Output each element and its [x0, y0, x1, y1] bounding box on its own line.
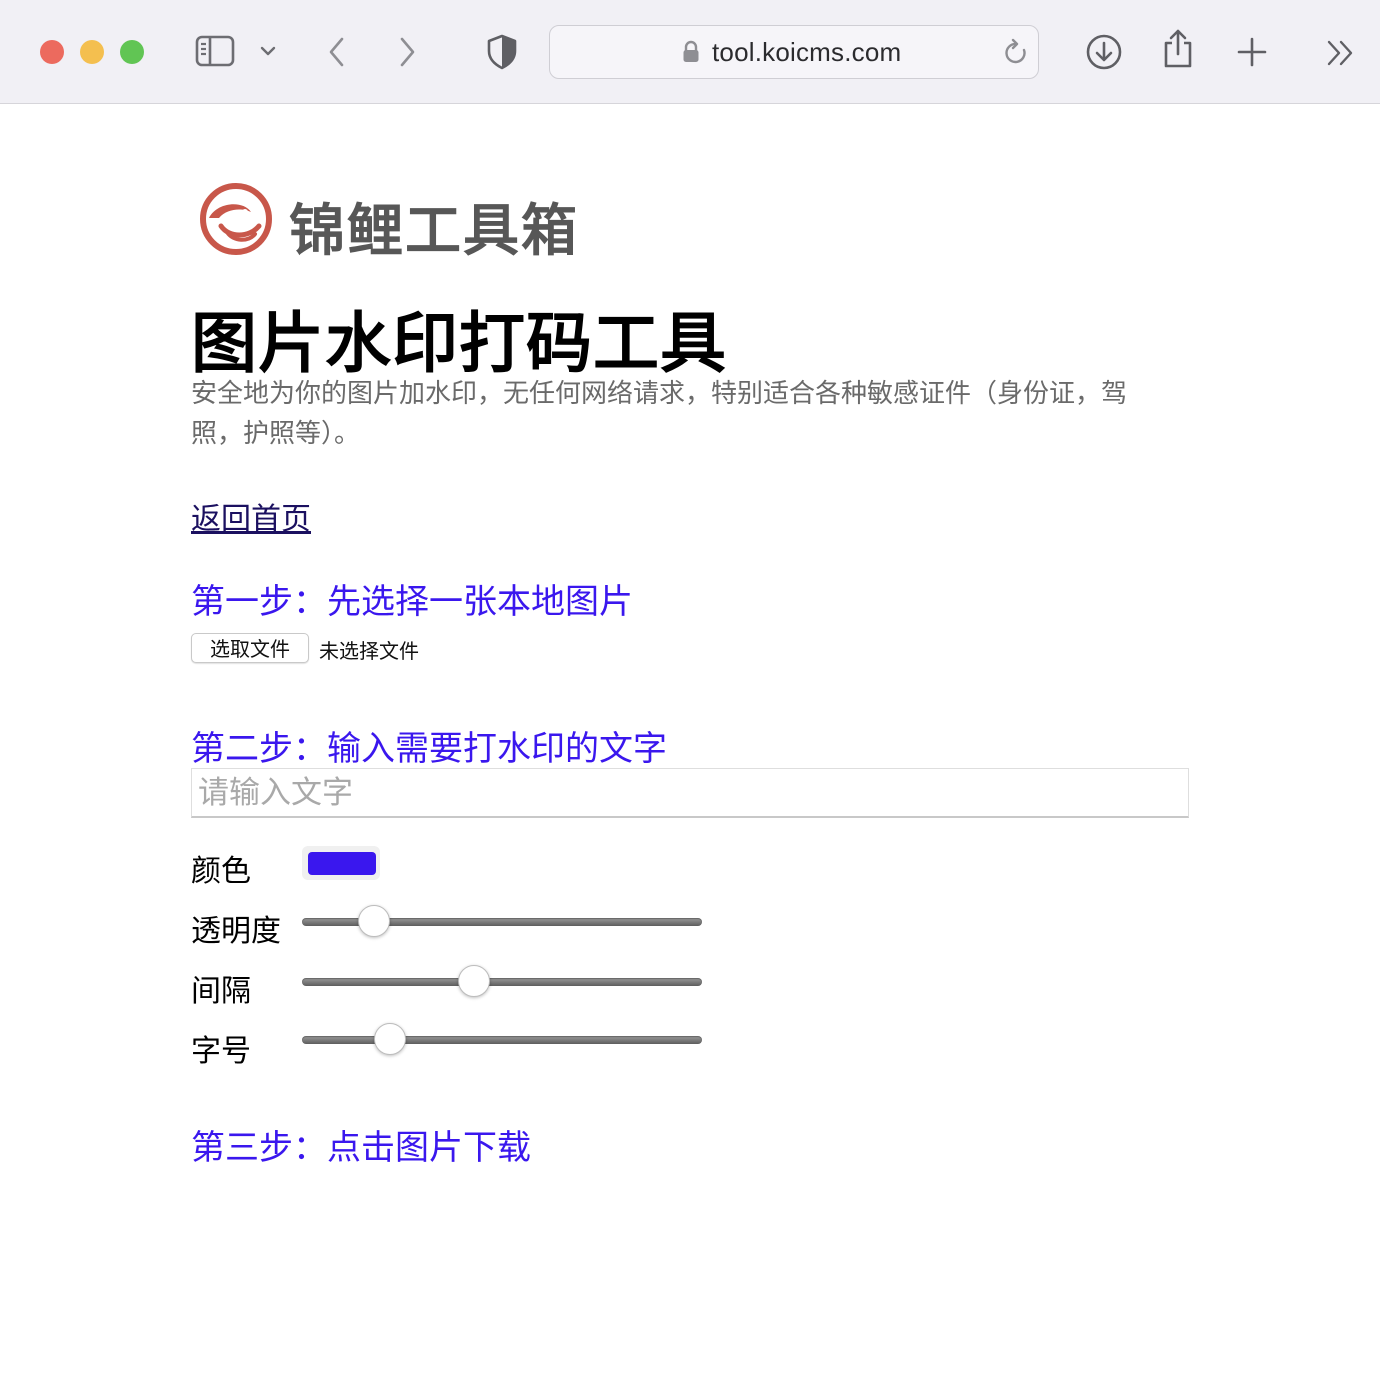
browser-toolbar: tool.koicms.com: [0, 0, 1380, 104]
step3-heading: 第三步：点击图片下载: [191, 1128, 531, 1168]
color-picker[interactable]: [302, 846, 380, 880]
url-text: tool.koicms.com: [712, 37, 902, 67]
page-description: 安全地为你的图片加水印，无任何网络请求，特别适合各种敏感证件（身份证，驾照，护照…: [191, 379, 1128, 449]
step1-heading: 第一步：先选择一张本地图片: [191, 582, 633, 622]
forward-icon[interactable]: [395, 35, 419, 69]
reload-icon[interactable]: [1002, 38, 1030, 68]
slider-track: [302, 978, 702, 986]
chevron-down-icon[interactable]: [259, 44, 277, 58]
shield-icon[interactable]: [486, 34, 518, 70]
koi-logo-icon: [200, 183, 272, 255]
choose-file-button[interactable]: 选取文件: [191, 633, 309, 663]
zoom-window-button[interactable]: [120, 40, 144, 64]
new-tab-icon[interactable]: [1236, 36, 1268, 68]
fontsize-label: 字号: [191, 1034, 251, 1069]
logo-text: 锦鲤工具箱: [289, 199, 579, 264]
opacity-slider[interactable]: [302, 903, 702, 943]
address-bar[interactable]: tool.koicms.com: [549, 25, 1039, 79]
lock-icon: [683, 40, 699, 62]
sidebar-icon[interactable]: [195, 35, 235, 67]
step2-heading: 第二步：输入需要打水印的文字: [191, 729, 667, 769]
page-title: 图片水印打码工具: [191, 304, 727, 382]
slider-thumb[interactable]: [358, 905, 390, 937]
watermark-text-input[interactable]: [191, 768, 1189, 818]
slider-thumb[interactable]: [374, 1023, 406, 1055]
site-logo[interactable]: 锦鲤工具箱: [199, 180, 599, 264]
spacing-label: 间隔: [191, 974, 251, 1009]
close-window-button[interactable]: [40, 40, 64, 64]
slider-track: [302, 1036, 702, 1044]
color-swatch: [308, 852, 376, 875]
more-icon[interactable]: [1325, 38, 1357, 68]
home-link[interactable]: 返回首页: [191, 494, 311, 538]
download-icon[interactable]: [1085, 33, 1123, 71]
spacing-slider[interactable]: [302, 963, 702, 1003]
minimize-window-button[interactable]: [80, 40, 104, 64]
opacity-label: 透明度: [191, 914, 281, 949]
file-status-text: 未选择文件: [319, 639, 419, 663]
color-label: 颜色: [191, 854, 251, 889]
slider-thumb[interactable]: [458, 965, 490, 997]
back-icon[interactable]: [325, 35, 349, 69]
share-icon[interactable]: [1161, 28, 1195, 70]
fontsize-slider[interactable]: [302, 1021, 702, 1061]
